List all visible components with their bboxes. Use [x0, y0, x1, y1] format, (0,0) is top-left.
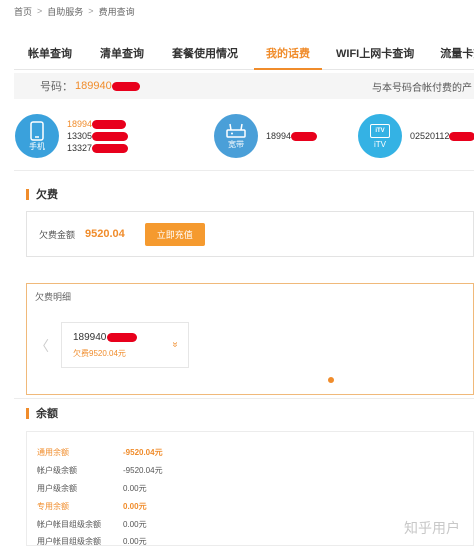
balance-row: 帐户级余额 -9520.04元 — [37, 465, 163, 476]
balance-key: 专用余额 — [37, 502, 69, 511]
itv-number: 02520112 — [410, 131, 450, 141]
balance-key: 通用余额 — [37, 448, 69, 457]
itv-number-list: 02520112 — [410, 130, 474, 142]
phone-number-list: 18994 13305 13327 — [67, 118, 129, 154]
tab-data-card-query[interactable]: 流量卡查询 — [440, 40, 474, 70]
balance-value: 0.00元 — [123, 502, 147, 511]
service-phone[interactable]: 手机 18994 13305 13327 — [15, 114, 129, 158]
carousel-dot[interactable] — [328, 377, 334, 383]
tab-detail-query[interactable]: 清单查询 — [100, 40, 144, 70]
balance-value: -9520.04元 — [123, 466, 163, 475]
itv-label: iTV — [374, 139, 386, 149]
phone-service-badge: 手机 — [15, 114, 59, 158]
redaction-mark — [92, 144, 129, 154]
arrears-amount: 9520.04 — [85, 228, 125, 240]
balance-value: 0.00元 — [123, 484, 147, 493]
arrears-summary: 欠费金额 9520.04 立即充值 — [26, 211, 474, 257]
section-accent-bar — [26, 407, 29, 419]
arrears-section-title: 欠费 — [26, 186, 58, 202]
balance-row: 通用余额 -9520.04元 — [37, 447, 163, 458]
balance-key: 帐户帐目组级余额 — [37, 520, 101, 529]
mobile-phone-icon — [30, 120, 44, 141]
balance-key: 帐户级余额 — [37, 466, 77, 475]
phone-number: 18994 — [67, 119, 93, 129]
prev-arrow-icon[interactable]: 〈 — [35, 336, 49, 356]
expand-chevron-icon[interactable]: » — [170, 342, 181, 348]
divider — [14, 170, 474, 171]
breadcrumb-current: 费用查询 — [98, 6, 135, 17]
divider — [14, 398, 474, 399]
phone-number: 13327 — [67, 143, 93, 153]
broadband-service-badge: 宽带 — [214, 114, 258, 158]
tab-package-usage[interactable]: 套餐使用情况 — [172, 40, 238, 70]
service-broadband[interactable]: 宽带 18994 — [214, 114, 318, 158]
card-arrears-desc: 欠费9520.04元 — [73, 349, 126, 358]
redaction-mark — [107, 332, 138, 342]
breadcrumb: 首页 > 自助服务 > 费用查询 — [14, 4, 135, 18]
tab-bill-query[interactable]: 帐单查询 — [28, 40, 72, 70]
balance-value: -9520.04元 — [123, 448, 163, 457]
arrears-title: 欠费 — [36, 189, 58, 201]
redaction-mark — [291, 132, 318, 142]
account-number: 189940 — [75, 80, 112, 92]
balance-row: 帐户帐目组级余额 0.00元 — [37, 519, 147, 530]
section-accent-bar — [26, 188, 29, 200]
breadcrumb-home[interactable]: 首页 — [14, 5, 32, 18]
redaction-mark — [111, 81, 140, 91]
broadband-number: 18994 — [266, 131, 292, 141]
watermark: 知乎用户 — [404, 520, 460, 536]
phone-number: 13305 — [67, 131, 93, 141]
number-bar: 号码： 189940 与本号码合帐付费的产 — [14, 73, 474, 99]
redaction-mark — [92, 120, 127, 130]
card-number-text: 189940 — [73, 332, 107, 343]
joint-billing-note: 与本号码合帐付费的产 — [372, 82, 472, 94]
card-number: 189940 — [73, 332, 138, 343]
tab-wifi-card-query[interactable]: WIFI上网卡查询 — [336, 40, 414, 70]
arrears-detail-title: 欠费明细 — [35, 292, 72, 302]
balance-row: 用户级余额 0.00元 — [37, 483, 147, 494]
balance-value: 0.00元 — [123, 537, 147, 546]
broadband-number-list: 18994 — [266, 130, 318, 142]
arrears-detail-card[interactable]: 189940 欠费9520.04元 » — [61, 322, 189, 368]
tab-bar: 帐单查询 清单查询 套餐使用情况 我的话费 WIFI上网卡查询 流量卡查询 — [14, 40, 474, 70]
breadcrumb-self-service[interactable]: 自助服务 — [47, 5, 83, 18]
broadband-label: 宽带 — [228, 139, 244, 149]
balance-key: 用户级余额 — [37, 484, 77, 493]
balance-title: 余额 — [36, 408, 58, 420]
redaction-mark — [92, 132, 129, 142]
balance-value: 0.00元 — [123, 520, 147, 529]
arrears-detail-panel: 欠费明细 〈 189940 欠费9520.04元 » — [26, 283, 474, 395]
recharge-button[interactable]: 立即充值 — [144, 222, 205, 246]
balance-row: 用户帐目组级余额 0.00元 — [37, 536, 147, 546]
itv-service-badge: iTV iTV — [358, 114, 402, 158]
breadcrumb-separator: > — [37, 6, 43, 16]
breadcrumb-separator: > — [88, 6, 94, 16]
phone-label: 手机 — [29, 141, 45, 151]
tv-icon: iTV — [370, 123, 390, 138]
balance-key: 用户帐目组级余额 — [37, 537, 101, 546]
balance-row: 专用余额 0.00元 — [37, 501, 147, 512]
tab-my-charges[interactable]: 我的话费 — [254, 40, 322, 70]
arrears-label: 欠费金额 — [39, 229, 76, 240]
balance-section-title: 余额 — [26, 405, 58, 421]
itv-logo-text: iTV — [375, 127, 385, 134]
number-label: 号码： — [40, 81, 73, 93]
router-icon — [226, 123, 246, 138]
service-itv[interactable]: iTV iTV 02520112 — [358, 114, 474, 158]
redaction-mark — [449, 132, 474, 142]
